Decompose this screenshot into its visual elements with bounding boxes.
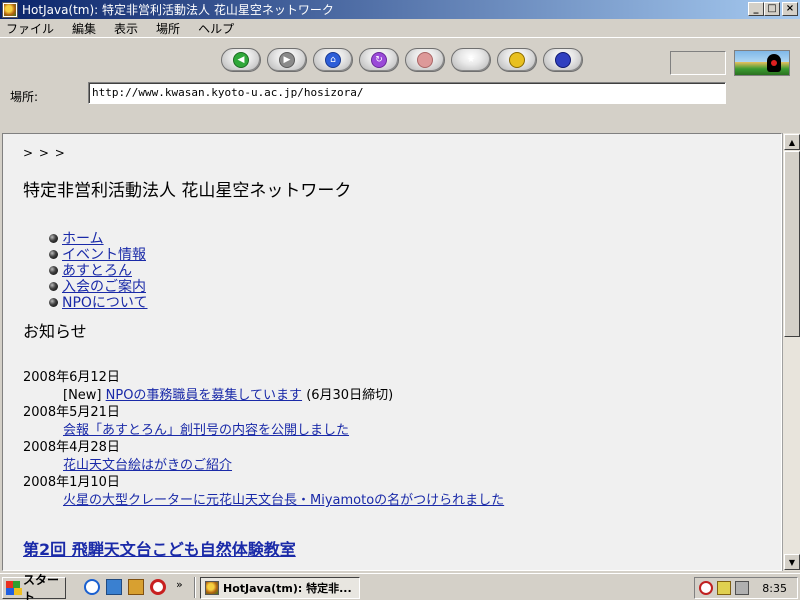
bookmark-button[interactable]: ★ bbox=[451, 48, 491, 72]
home-icon: ⌂ bbox=[325, 52, 341, 68]
menu-bar: ファイル 編集 表示 場所 ヘルプ bbox=[0, 19, 800, 37]
clock: 8:35 bbox=[762, 582, 787, 595]
back-button[interactable]: ◀ bbox=[221, 48, 261, 72]
reload-icon: ↻ bbox=[371, 52, 387, 68]
taskbar-hotjava-button[interactable]: HotJava(tm): 特定非... bbox=[200, 577, 360, 599]
tray-volume-icon[interactable] bbox=[717, 581, 731, 595]
search-icon bbox=[509, 52, 525, 68]
system-tray: 8:35 bbox=[694, 577, 798, 599]
show-desktop-icon[interactable] bbox=[106, 579, 122, 595]
news-link[interactable]: 花山天文台絵はがきのご紹介 bbox=[63, 458, 232, 473]
opera-icon[interactable] bbox=[150, 579, 166, 595]
quicklaunch-chevron[interactable]: » bbox=[176, 578, 183, 591]
new-badge: [New] bbox=[63, 388, 106, 403]
site-nav-list: ホーム イベント情報 あすとろん 入会のご案内 NPOについて bbox=[49, 230, 148, 312]
bullet-icon bbox=[49, 233, 58, 243]
maximize-button[interactable]: □ bbox=[764, 2, 780, 16]
menu-location[interactable]: 場所 bbox=[154, 20, 182, 37]
news-item: 花山天文台絵はがきのご紹介 bbox=[23, 456, 504, 475]
news-date: 2008年1月10日 bbox=[23, 475, 120, 490]
nav-link-about-npo[interactable]: NPOについて bbox=[62, 292, 148, 312]
minimize-button[interactable]: _ bbox=[748, 2, 764, 16]
address-label: 場所: bbox=[10, 90, 39, 104]
address-input[interactable]: http://www.kwasan.kyoto-u.ac.jp/hosizora… bbox=[88, 82, 726, 104]
news-list: 2008年6月12日 [New] NPOの事務職員を募集しています (6月30日… bbox=[23, 370, 504, 510]
start-label: スタート bbox=[23, 573, 60, 600]
page-heading: 特定非営利活動法人 花山星空ネットワーク bbox=[23, 181, 352, 201]
menu-file[interactable]: ファイル bbox=[4, 20, 56, 37]
stop-icon bbox=[417, 52, 433, 68]
news-item: 会報「あすとろん」創刊号の内容を公開しました bbox=[23, 421, 504, 440]
kids-class-link[interactable]: 第2回 飛騨天文台こども自然体験教室 bbox=[23, 536, 296, 560]
window-controls: _ □ × bbox=[748, 2, 798, 16]
scroll-down-button[interactable]: ▼ bbox=[784, 554, 800, 570]
bullet-icon bbox=[49, 297, 58, 307]
back-icon: ◀ bbox=[233, 52, 249, 68]
news-link[interactable]: NPOの事務職員を募集しています bbox=[106, 388, 302, 403]
close-button[interactable]: × bbox=[782, 2, 798, 16]
news-item: [New] NPOの事務職員を募集しています (6月30日締切) bbox=[23, 386, 504, 405]
taskbar-separator bbox=[194, 577, 196, 598]
duke-mascot-icon bbox=[767, 54, 781, 72]
media-player-icon[interactable] bbox=[128, 579, 144, 595]
reload-button[interactable]: ↻ bbox=[359, 48, 399, 72]
tray-network-icon[interactable] bbox=[735, 581, 749, 595]
status-indicator bbox=[670, 51, 726, 75]
start-button[interactable]: スタート bbox=[2, 573, 66, 600]
bullet-icon bbox=[49, 265, 58, 275]
print-icon bbox=[555, 52, 571, 68]
menu-view[interactable]: 表示 bbox=[112, 20, 140, 37]
window-title: HotJava(tm): 特定非営利活動法人 花山星空ネットワーク bbox=[22, 3, 334, 17]
forward-button[interactable]: ▶ bbox=[267, 48, 307, 72]
news-link[interactable]: 会報「あすとろん」創刊号の内容を公開しました bbox=[63, 423, 349, 438]
hotjava-app-icon[interactable] bbox=[2, 1, 18, 18]
news-suffix: (6月30日締切) bbox=[302, 388, 394, 403]
page-content: > > > 特定非営利活動法人 花山星空ネットワーク ホーム イベント情報 あす… bbox=[2, 133, 782, 571]
ie-quicklaunch-icon[interactable] bbox=[84, 579, 100, 595]
news-heading: お知らせ bbox=[23, 322, 87, 341]
taskbar: スタート » HotJava(tm): 特定非... 8:35 bbox=[0, 573, 800, 600]
nav-buttons: ◀ ▶ ⌂ ↻ ★ bbox=[221, 48, 583, 72]
toolbar: ◀ ▶ ⌂ ↻ ★ 場所: http://www.kwasan.kyoto-u.… bbox=[0, 37, 800, 133]
print-button[interactable] bbox=[543, 48, 583, 72]
title-bar: HotJava(tm): 特定非営利活動法人 花山星空ネットワーク _ □ × bbox=[0, 0, 800, 19]
windows-logo-icon bbox=[6, 581, 22, 595]
bullet-icon bbox=[49, 249, 58, 259]
news-item: 火星の大型クレーターに元花山天文台長・Miyamotoの名がつけられました bbox=[23, 491, 504, 510]
nav-item: NPOについて bbox=[49, 292, 148, 312]
scroll-up-button[interactable]: ▲ bbox=[784, 134, 800, 150]
stop-button[interactable] bbox=[405, 48, 445, 72]
hotjava-task-icon bbox=[205, 581, 219, 595]
bullet-icon bbox=[49, 281, 58, 291]
search-button[interactable] bbox=[497, 48, 537, 72]
menu-edit[interactable]: 編集 bbox=[70, 20, 98, 37]
hotjava-logo bbox=[734, 50, 790, 76]
news-link[interactable]: 火星の大型クレーターに元花山天文台長・Miyamotoの名がつけられました bbox=[63, 493, 504, 508]
bookmark-star-icon: ★ bbox=[466, 55, 476, 65]
news-date: 2008年5月21日 bbox=[23, 405, 120, 420]
tray-security-icon[interactable] bbox=[699, 581, 713, 595]
scroll-thumb[interactable] bbox=[784, 151, 800, 337]
news-date: 2008年4月28日 bbox=[23, 440, 120, 455]
task-label: HotJava(tm): 特定非... bbox=[223, 582, 352, 595]
page-prompt: > > > bbox=[23, 146, 66, 160]
forward-icon: ▶ bbox=[279, 52, 295, 68]
vertical-scrollbar[interactable]: ▲ ▼ bbox=[782, 133, 800, 571]
menu-help[interactable]: ヘルプ bbox=[196, 20, 236, 37]
home-button[interactable]: ⌂ bbox=[313, 48, 353, 72]
news-date: 2008年6月12日 bbox=[23, 370, 120, 385]
